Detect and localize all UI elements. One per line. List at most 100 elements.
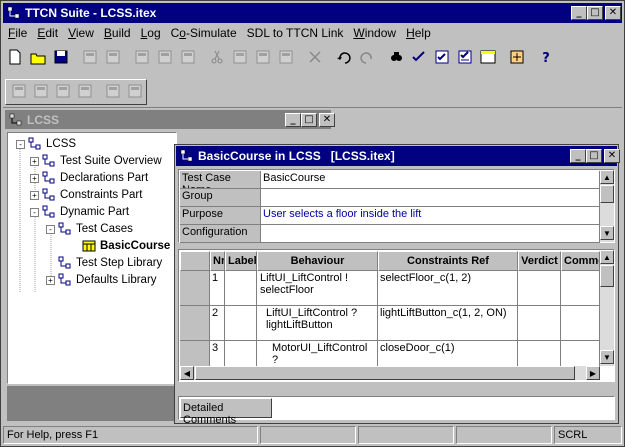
expand-icon[interactable]: + [46,275,55,285]
expand-icon[interactable]: + [30,173,39,183]
scroll-left-icon[interactable]: ◀ [180,366,194,380]
menu-item-co-simulate[interactable]: Co-Simulate [166,26,242,40]
tree-maximize-button[interactable]: □ [301,113,317,127]
doc-close-button[interactable]: ✕ [604,149,620,163]
collapse-icon[interactable]: - [46,224,55,234]
column-header[interactable]: Behaviour Description [257,251,378,271]
cell-nr[interactable]: 1 [210,271,225,306]
new-document-button[interactable] [3,47,26,69]
tree-item-declarations-part[interactable]: + Declarations Part [30,170,148,186]
minimize-button[interactable]: _ [571,6,587,20]
redo-button[interactable] [355,47,378,69]
cell-verdict[interactable] [518,271,561,306]
paste-button[interactable] [251,47,274,69]
collapse-icon[interactable]: - [30,207,39,217]
cell-label[interactable] [225,271,257,306]
table-vertical-scrollbar[interactable]: ▲ ▼ [600,250,614,366]
tree-item-dynamic-part[interactable]: - Dynamic Part [30,204,129,220]
menu-item-build[interactable]: Build [99,26,136,40]
menu-item-view[interactable]: View [63,26,99,40]
view-2-button[interactable] [30,81,52,103]
scroll-down-icon[interactable]: ▼ [600,350,614,364]
cell-nr[interactable]: 2 [210,306,225,341]
tree-window-title-bar[interactable]: LCSS [5,110,331,129]
check-button[interactable] [407,47,430,69]
document-title-bar[interactable]: BasicCourse in LCSS [LCSS.itex] [176,146,617,166]
print-preview-button[interactable] [101,47,124,69]
column-header[interactable]: Constraints Ref [378,251,518,271]
row-selector[interactable] [180,271,210,306]
header-field-value[interactable]: BasicCourse [261,171,600,189]
cell-behaviour[interactable]: LiftUI_LiftControl ? lightLiftButton [257,306,378,341]
scroll-right-icon[interactable]: ▶ [586,366,600,380]
cell-constraint[interactable]: lightLiftButton_c(1, 2, ON) [378,306,518,341]
open-folder-button[interactable] [26,47,49,69]
collapse-button[interactable] [124,81,146,103]
check-box-button[interactable] [430,47,453,69]
maximize-button[interactable]: □ [587,6,603,20]
expand-button[interactable] [102,81,124,103]
view-1-button[interactable] [8,81,30,103]
expand-icon[interactable]: + [30,156,39,166]
paste-special-button[interactable] [274,47,297,69]
cell-verdict[interactable] [518,306,561,341]
tree-item-constraints-part[interactable]: + Constraints Part [30,187,142,203]
tree-item-test-suite-overview[interactable]: + Test Suite Overview [30,153,162,169]
scroll-down-icon[interactable]: ▼ [600,226,614,240]
close-button[interactable]: ✕ [605,6,621,20]
column-header[interactable]: Label [225,251,257,271]
header-scrollbar[interactable]: ▲ ▼ [600,170,614,242]
app-icon[interactable] [7,6,21,20]
view-3-button[interactable] [52,81,74,103]
scroll-thumb[interactable] [600,185,614,203]
save-button[interactable] [49,47,72,69]
scroll-up-icon[interactable]: ▲ [600,170,614,184]
menu-item-file[interactable]: File [3,26,32,40]
print-button[interactable] [78,47,101,69]
doc-maximize-button[interactable]: □ [586,149,602,163]
find-button[interactable] [384,47,407,69]
tree-item-lcss[interactable]: - LCSS [16,136,76,152]
menu-item-log[interactable]: Log [136,26,166,40]
column-header[interactable]: Verdict [518,251,561,271]
title-bar[interactable]: TTCN Suite - LCSS.itex [3,3,622,23]
delete-button[interactable] [303,47,326,69]
collapse-icon[interactable]: - [16,139,25,149]
cell-comment[interactable] [561,271,600,306]
view-4-button[interactable] [74,81,96,103]
analyze-button[interactable] [505,47,528,69]
tree-item-test-cases[interactable]: - Test Cases [46,221,133,237]
column-header[interactable]: Comme [561,251,600,271]
scroll-thumb[interactable] [600,265,614,287]
cell-constraint[interactable]: selectFloor_c(1, 2) [378,271,518,306]
delete-row-button[interactable] [153,47,176,69]
check-list-button[interactable] [453,47,476,69]
check-table-button[interactable] [476,47,499,69]
help-button[interactable]: ? [534,47,557,69]
header-field-value[interactable] [261,189,600,207]
tree-view[interactable]: - LCSS + Test Suite Overview + Declarations P… [7,132,177,384]
row-selector[interactable] [180,306,210,341]
doc-minimize-button[interactable]: _ [570,149,586,163]
header-field-value[interactable]: User selects a floor inside the lift [261,207,600,225]
cell-comment[interactable] [561,306,600,341]
menu-item-sdl-to-ttcn-link[interactable]: SDL to TTCN Link [242,26,349,40]
tree-minimize-button[interactable]: _ [285,113,301,127]
undo-button[interactable] [332,47,355,69]
tree-item-basiccourse[interactable]: BasicCourse [70,238,170,254]
menu-item-help[interactable]: Help [401,26,436,40]
cell-behaviour[interactable]: LiftUI_LiftControl ! selectFloor [257,271,378,306]
page-button[interactable] [176,47,199,69]
horizontal-scroll-thumb[interactable] [195,366,575,380]
menu-item-edit[interactable]: Edit [32,26,63,40]
insert-row-button[interactable] [130,47,153,69]
header-field-value[interactable] [261,225,600,243]
copy-button[interactable] [228,47,251,69]
menu-item-window[interactable]: Window [348,26,401,40]
cut-button[interactable] [205,47,228,69]
expand-icon[interactable]: + [30,190,39,200]
column-header[interactable]: Nr [210,251,225,271]
table-horizontal-scrollbar[interactable]: ◀ ▶ [180,366,600,380]
tree-item-test-step-library[interactable]: Test Step Library [46,255,162,271]
tree-item-defaults-library[interactable]: + Defaults Library [46,272,157,288]
